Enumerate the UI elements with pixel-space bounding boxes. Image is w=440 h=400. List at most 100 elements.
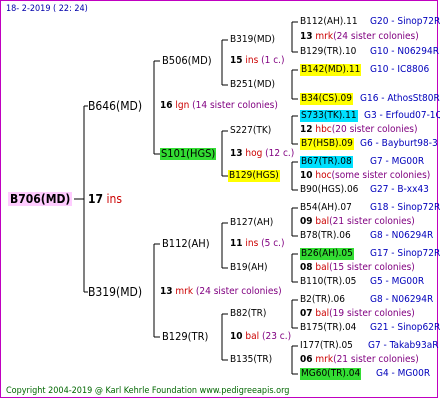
- gen3-year: 09: [300, 216, 313, 227]
- gen3-note: (15 sister colonies): [329, 262, 415, 273]
- gen2-note: (23 c.): [261, 331, 292, 342]
- gen4-queen[interactable]: B34(CS).09: [300, 93, 353, 105]
- gen2-queen[interactable]: B506(MD): [162, 55, 212, 67]
- gen3-queen[interactable]: B82(TR): [230, 308, 266, 320]
- gen3-year: 08: [300, 262, 313, 273]
- gen4-code: G4 - MG00R: [376, 368, 431, 379]
- gen2-info: 10 bal (23 c.): [230, 331, 291, 343]
- gen4-code: G27 - B-xx43: [370, 184, 429, 195]
- gen3-queen[interactable]: S227(TK): [230, 125, 271, 137]
- gen2-queen[interactable]: S101(HGS): [160, 148, 217, 160]
- gen2-breeder: ins: [245, 238, 259, 249]
- gen2-year: 11: [230, 238, 243, 249]
- gen3-queen[interactable]: B135(TR): [230, 354, 272, 366]
- gen2-queen[interactable]: B112(AH): [162, 238, 210, 250]
- gen3-note: (24 sister colonies): [333, 31, 419, 42]
- gen4-queen[interactable]: B78(TR).06: [300, 230, 351, 242]
- gen4-code: G6 - Bayburt98-3: [360, 138, 438, 149]
- gen4-queen[interactable]: B54(AH).07: [300, 202, 352, 214]
- root-breeder: ins: [106, 192, 122, 206]
- gen3-queen[interactable]: B251(MD): [230, 79, 275, 91]
- gen4-queen[interactable]: B142(MD).11: [300, 64, 362, 76]
- gen4-code: G3 - Erfoud07-1Q: [364, 110, 440, 121]
- gen1-note: (14 sister colonies): [192, 100, 278, 111]
- gen1-info: 16 lgn (14 sister colonies): [160, 100, 278, 112]
- gen4-code: G17 - Sinop72R: [370, 248, 440, 259]
- gen3-year: 10: [300, 170, 313, 181]
- gen4-queen[interactable]: B7(HSB).09: [300, 138, 354, 150]
- gen4-code: G16 - AthosSt80R: [360, 93, 440, 104]
- gen2-breeder: bal: [245, 331, 260, 342]
- gen4-code: G8 - N06294R: [370, 294, 434, 305]
- gen4-queen[interactable]: B67(TR).08: [300, 156, 353, 168]
- gen3-queen[interactable]: B127(AH): [230, 217, 273, 229]
- gen4-code: G7 - Takab93aR: [368, 340, 439, 351]
- root-year: 17: [88, 192, 104, 206]
- gen4-code: G10 - IC8806: [370, 64, 430, 75]
- gen1-note: (24 sister colonies): [195, 286, 282, 297]
- gen2-breeder: hog: [245, 148, 263, 159]
- gen4-queen[interactable]: I177(TR).05: [300, 340, 353, 352]
- gen3-queen[interactable]: B129(HGS): [228, 170, 280, 182]
- gen4-queen[interactable]: B175(TR).04: [300, 322, 356, 334]
- gen3-year: 07: [300, 308, 313, 319]
- gen3-info: 09 bal(21 sister colonies): [300, 216, 415, 228]
- gen4-queen[interactable]: B26(AH).05: [300, 248, 354, 260]
- gen1-info: 13 mrk (24 sister colonies): [160, 286, 282, 298]
- gen4-queen[interactable]: B112(AH).11: [300, 16, 358, 28]
- gen3-info: 13 mrk(24 sister colonies): [300, 31, 419, 43]
- gen3-year: 12: [300, 124, 313, 135]
- gen3-queen[interactable]: B19(AH): [230, 262, 268, 274]
- gen2-info: 13 hog (12 c.): [230, 148, 294, 160]
- gen3-info: 06 mrk(21 sister colonies): [300, 354, 419, 366]
- gen4-code: G21 - Sinop62R: [370, 322, 440, 333]
- gen4-queen[interactable]: MG60(TR).04: [300, 368, 362, 380]
- gen2-note: (12 c.): [265, 148, 295, 159]
- gen2-note: (1 c.): [261, 55, 285, 66]
- gen4-queen[interactable]: B129(TR).10: [300, 46, 356, 58]
- gen3-breeder: bal: [315, 308, 330, 319]
- root-year-line: 17 ins: [88, 192, 122, 206]
- gen2-queen[interactable]: B129(TR): [162, 331, 208, 343]
- gen2-breeder: ins: [245, 55, 259, 66]
- gen4-code: G5 - MG00R: [370, 276, 425, 287]
- gen4-queen[interactable]: S733(TK).11: [300, 110, 358, 122]
- gen3-info: 12 hbc(20 sister colonies): [300, 124, 417, 136]
- gen3-info: 07 bal(19 sister colonies): [300, 308, 415, 320]
- gen3-note: (21 sister colonies): [333, 354, 419, 365]
- gen4-code: G7 - MG00R: [370, 156, 425, 167]
- gen4-code: G10 - N06294R: [370, 46, 439, 57]
- gen1-year: 16: [160, 100, 173, 111]
- gen3-year: 06: [300, 354, 313, 365]
- root-queen[interactable]: B706(MD): [8, 192, 73, 206]
- gen4-code: G20 - Sinop72R: [370, 16, 440, 27]
- gen4-queen[interactable]: B2(TR).06: [300, 294, 345, 306]
- gen3-info: 10 hoc(some sister colonies): [300, 170, 430, 182]
- gen3-breeder: bal: [315, 262, 330, 273]
- gen3-breeder: mrk: [315, 354, 334, 365]
- gen3-breeder: hbc: [315, 124, 332, 135]
- gen3-info: 08 bal(15 sister colonies): [300, 262, 415, 274]
- gen1-breeder: mrk: [175, 286, 194, 297]
- copyright-footer: Copyright 2004-2019 @ Karl Kehrle Founda…: [6, 386, 290, 396]
- gen3-note: (19 sister colonies): [329, 308, 415, 319]
- gen3-note: (21 sister colonies): [329, 216, 415, 227]
- gen2-year: 10: [230, 331, 243, 342]
- gen2-note: (5 c.): [261, 238, 285, 249]
- gen3-note: (20 sister colonies): [331, 124, 418, 135]
- gen2-info: 15 ins (1 c.): [230, 55, 285, 67]
- gen1-queen[interactable]: B319(MD): [88, 285, 142, 299]
- gen3-year: 13: [300, 31, 313, 42]
- gen1-breeder: lgn: [175, 100, 190, 111]
- gen3-breeder: mrk: [315, 31, 334, 42]
- gen4-code: G8 - N06294R: [370, 230, 434, 241]
- gen2-year: 15: [230, 55, 243, 66]
- gen3-note: (some sister colonies): [331, 170, 431, 181]
- gen1-year: 13: [160, 286, 173, 297]
- gen4-queen[interactable]: B90(HGS).06: [300, 184, 358, 196]
- gen3-queen[interactable]: B319(MD): [230, 34, 275, 46]
- gen1-queen[interactable]: B646(MD): [88, 99, 142, 113]
- gen3-breeder: hoc: [315, 170, 332, 181]
- gen4-queen[interactable]: B110(TR).05: [300, 276, 356, 288]
- gen2-info: 11 ins (5 c.): [230, 238, 285, 250]
